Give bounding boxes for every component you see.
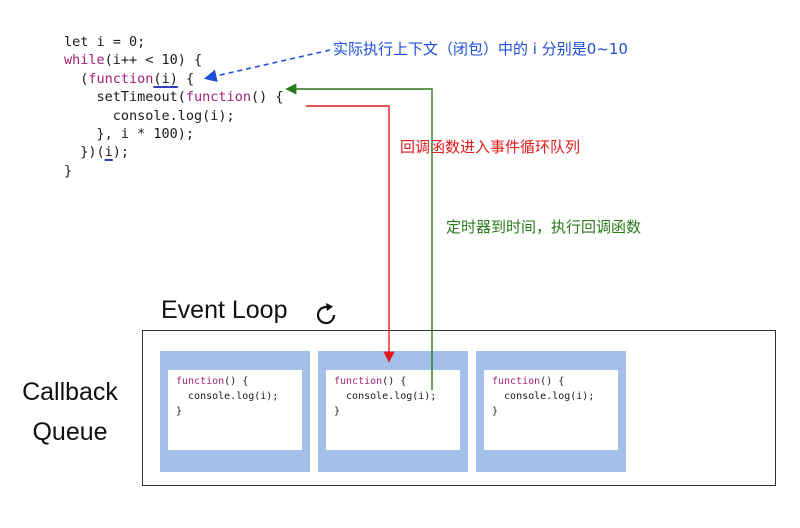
arrows-overlay (203, 49, 433, 390)
green-arrow (285, 83, 433, 390)
blue-dashed-arrow (203, 49, 331, 83)
red-arrow (306, 105, 395, 363)
